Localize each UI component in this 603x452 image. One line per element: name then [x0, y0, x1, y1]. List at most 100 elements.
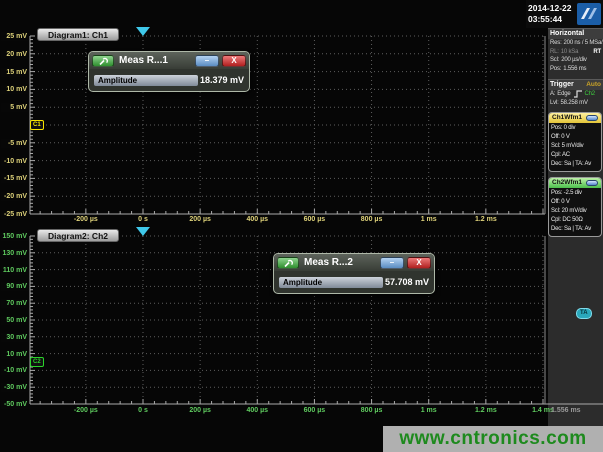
- x-axis-label: 1.2 ms: [466, 406, 506, 415]
- ch2-trace: [30, 314, 603, 362]
- close-button[interactable]: X: [407, 257, 431, 269]
- y-axis-label: 5 mV: [1, 103, 28, 112]
- x-axis-label: 0 s: [123, 406, 163, 415]
- trigger-a-row: A: Edge Ch2: [548, 90, 603, 99]
- edge-slope-icon: [573, 90, 583, 98]
- minimize-button[interactable]: –: [380, 257, 404, 269]
- y-axis-label: 150 mV: [1, 232, 28, 241]
- ch1-trace: [30, 113, 544, 188]
- panel-setting-row: Pos: -2.5 div: [551, 189, 599, 198]
- y-axis-label: -10 mV: [1, 157, 28, 166]
- x-axis-label: -200 µs: [66, 215, 106, 224]
- x-axis-label: 0 s: [123, 215, 163, 224]
- panel-setting-row: Cpl: DC 50Ω: [551, 216, 599, 225]
- panel-setting-row: Scl: 5 mV/div: [551, 142, 599, 151]
- y-axis-label: 10 mV: [1, 85, 28, 94]
- ch1-waveform-panel[interactable]: Ch1Wfm1 Pos: 0 divOff: 0 VScl: 5 mV/divC…: [548, 112, 602, 172]
- ch2-waveform-panel[interactable]: Ch2Wfm1 Pos: -2.5 divOff: 0 VScl: 20 mV/…: [548, 177, 602, 237]
- realtime-badge: RT: [593, 48, 601, 57]
- y-axis-label: 70 mV: [1, 299, 28, 308]
- ch1-panel-body: Pos: 0 divOff: 0 VScl: 5 mV/divCpl: ACDe…: [549, 123, 601, 171]
- panel-setting-row: Off: 0 V: [551, 198, 599, 207]
- panel-setting-row: Off: 0 V: [551, 133, 599, 142]
- ch1-panel-title: Ch1Wfm1: [552, 113, 582, 123]
- dialog-body: Amplitude 18.379 mV: [89, 69, 249, 91]
- minimize-icon[interactable]: [586, 180, 598, 186]
- resolution-row: Res: 200 ns / 5 MSa/s: [548, 39, 603, 48]
- dialog-title-bar[interactable]: Meas R...2 – X: [274, 254, 434, 271]
- y-axis-label: 130 mV: [1, 249, 28, 258]
- scale-row: Scl: 200 µs/div: [548, 56, 603, 65]
- trigger-source: Ch2: [585, 90, 595, 99]
- datetime-box: 2014-12-22 03:55:44: [526, 0, 603, 28]
- dialog-body: Amplitude 57.708 mV: [274, 271, 434, 293]
- x-axis-label: 600 µs: [294, 406, 334, 415]
- x-axis-label: 400 µs: [237, 215, 277, 224]
- x-axis-label: 200 µs: [180, 215, 220, 224]
- y-axis-label: 25 mV: [1, 32, 28, 41]
- panel-setting-row: Dec: Sa | TA: Av: [551, 225, 599, 234]
- x-axis-label: 400 µs: [237, 406, 277, 415]
- minimize-icon[interactable]: [586, 115, 598, 121]
- horizontal-section-title: Horizontal: [550, 30, 584, 38]
- watermark-text: www.cntronics.com: [399, 428, 586, 450]
- y-axis-label: 10 mV: [1, 350, 28, 359]
- rohde-schwarz-logo: [577, 3, 601, 25]
- y-axis-label: -20 mV: [1, 192, 28, 201]
- x-axis-label: 1 ms: [409, 406, 449, 415]
- trigger-position-marker-diagram2[interactable]: [136, 227, 150, 236]
- x-axis-label: 800 µs: [352, 406, 392, 415]
- y-axis-label: 90 mV: [1, 282, 28, 291]
- trigger-position-marker-diagram1[interactable]: [136, 27, 150, 36]
- dialog-title: Meas R...1: [117, 55, 192, 66]
- close-button[interactable]: X: [222, 55, 246, 67]
- x-axis-label: 1 ms: [409, 215, 449, 224]
- measurement-settings-button[interactable]: [277, 257, 299, 269]
- measurement-dialog-2: Meas R...2 – X Amplitude 57.708 mV: [273, 253, 435, 294]
- measurement-settings-button[interactable]: [92, 55, 114, 67]
- tab-diagram1[interactable]: Diagram1: Ch1: [37, 28, 119, 41]
- trigger-level-row: Lvl: 58.258 mV: [548, 99, 603, 108]
- y-axis-label: -30 mV: [1, 383, 28, 392]
- panel-setting-row: Dec: Sa | TA: Av: [551, 160, 599, 169]
- x-axis-label: 200 µs: [180, 406, 220, 415]
- ch2-panel-title: Ch2Wfm1: [552, 178, 582, 188]
- watermark-strip: www.cntronics.com: [383, 426, 603, 452]
- x-axis-label: 800 µs: [352, 215, 392, 224]
- y-axis-label: 50 mV: [1, 316, 28, 325]
- trigger-section: Trigger Auto A: Edge Ch2 Lvl: 58.258 mV: [548, 79, 603, 107]
- oscilloscope-screen: 25 mV 20 mV 15 mV 10 mV 5 mV -5 mV -10 mV -15 m…: [0, 0, 603, 452]
- ch2-panel-header[interactable]: Ch2Wfm1: [549, 178, 601, 188]
- panel-setting-row: Scl: 20 mV/div: [551, 207, 599, 216]
- dialog-title: Meas R...2: [302, 257, 377, 268]
- panel-setting-row: Cpl: AC: [551, 151, 599, 160]
- panel-setting-row: Pos: 0 div: [551, 124, 599, 133]
- time-display: 03:55:44: [528, 14, 571, 25]
- x-axis-label: 600 µs: [294, 215, 334, 224]
- measurement-value: 18.379 mV: [200, 75, 244, 85]
- y-axis-label: -25 mV: [1, 210, 28, 219]
- y-axis-label: 15 mV: [1, 68, 28, 77]
- y-axis-label: 30 mV: [1, 333, 28, 342]
- wrench-icon: [283, 257, 294, 268]
- ch1-panel-header[interactable]: Ch1Wfm1: [549, 113, 601, 123]
- x-axis-label: 1.2 ms: [466, 215, 506, 224]
- date-display: 2014-12-22: [528, 3, 571, 14]
- measurement-parameter: Amplitude: [94, 75, 198, 86]
- y-axis-label: -50 mV: [1, 400, 28, 409]
- channel-2-marker[interactable]: C2: [30, 357, 44, 367]
- measurement-value: 57.708 mV: [385, 277, 429, 287]
- record-length-row: RL: 10 kSa RT: [548, 48, 603, 57]
- dialog-title-bar[interactable]: Meas R...1 – X: [89, 52, 249, 69]
- horizontal-section: Horizontal Res: 200 ns / 5 MSa/s RL: 10 …: [548, 28, 603, 73]
- y-axis-label: -5 mV: [1, 139, 28, 148]
- measurement-dialog-1: Meas R...1 – X Amplitude 18.379 mV: [88, 51, 250, 92]
- trigger-mode: Auto: [586, 81, 601, 89]
- y-axis-label: -15 mV: [1, 174, 28, 183]
- wrench-icon: [98, 55, 109, 66]
- tab-diagram2[interactable]: Diagram2: Ch2: [37, 229, 119, 242]
- y-axis-label: 20 mV: [1, 50, 28, 59]
- channel-1-marker[interactable]: C1: [30, 120, 44, 130]
- y-axis-label: -10 mV: [1, 366, 28, 375]
- minimize-button[interactable]: –: [195, 55, 219, 67]
